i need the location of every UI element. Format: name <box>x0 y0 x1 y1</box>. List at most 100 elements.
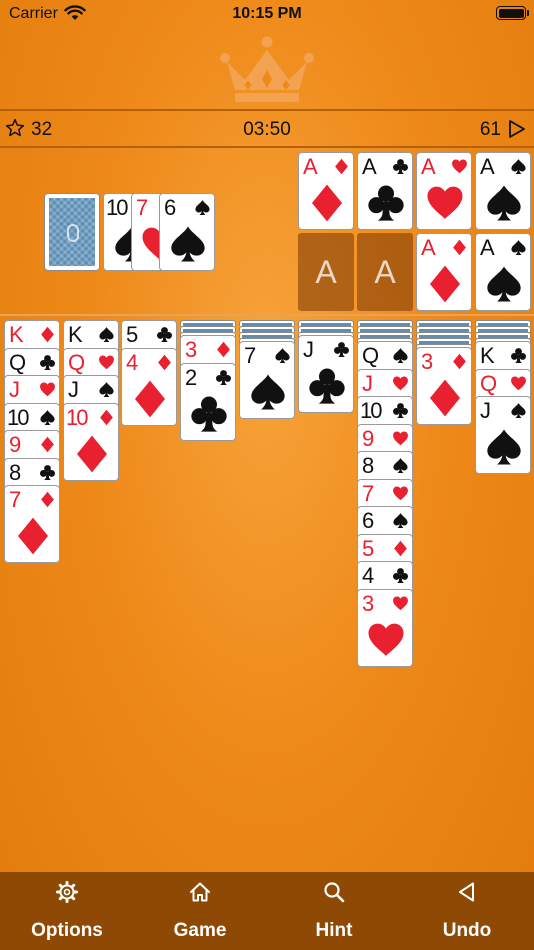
card-rank: J <box>303 337 314 362</box>
game-label: Game <box>173 920 227 941</box>
card-rank: A <box>421 235 436 260</box>
hud-divider-top <box>0 109 534 111</box>
spade-large-icon <box>251 374 285 410</box>
card-rank: J <box>9 377 20 402</box>
diamond-small-icon <box>100 409 113 425</box>
club-small-icon <box>333 342 350 358</box>
card-rank: 8 <box>362 453 374 478</box>
hint-button[interactable]: Hint <box>267 872 401 950</box>
card-rank: 7 <box>9 487 21 512</box>
card-A-diamond[interactable]: A <box>298 152 354 230</box>
diamond-small-icon <box>217 341 230 358</box>
undo-label: Undo <box>442 920 492 941</box>
card-6-spade[interactable]: 6 <box>159 193 215 271</box>
card-rank: 10 <box>360 398 383 423</box>
spade-small-icon <box>195 200 210 215</box>
card-7-diamond[interactable]: 7 <box>4 485 60 563</box>
game-button[interactable]: Game <box>133 872 267 950</box>
card-rank: 5 <box>362 535 374 561</box>
hint-label: Hint <box>315 920 353 941</box>
stock-pile[interactable] <box>44 193 100 271</box>
spade-large-icon <box>487 185 521 221</box>
bottom-toolbar: Options Game Hint Undo <box>0 872 534 950</box>
diamond-large-icon <box>312 184 342 222</box>
heart-small-icon <box>511 376 526 390</box>
card-rank: K <box>68 322 83 347</box>
diamond-small-icon <box>41 436 54 453</box>
card-rank: 2 <box>185 364 197 390</box>
card-rank: 10 <box>66 404 89 430</box>
foundation-empty-slot[interactable]: A <box>298 233 354 311</box>
card-rank: K <box>9 322 24 347</box>
card-A-club[interactable]: A <box>357 152 413 230</box>
spade-small-icon <box>511 240 526 255</box>
heart-small-icon <box>393 431 408 445</box>
card-rank: A <box>480 154 495 179</box>
spade-large-icon <box>487 429 521 465</box>
card-rank: J <box>68 377 79 402</box>
club-small-icon <box>392 403 409 419</box>
card-10-diamond[interactable]: 10 <box>63 402 119 481</box>
card-2-club[interactable]: 2 <box>180 362 236 441</box>
heart-small-icon <box>99 355 114 369</box>
spade-small-icon <box>275 348 290 363</box>
heart-large-icon <box>368 623 404 656</box>
options-button[interactable]: Options <box>0 872 134 950</box>
card-3-diamond[interactable]: 3 <box>416 347 472 425</box>
foundation-empty-slot[interactable]: A <box>357 233 413 311</box>
diamond-small-icon <box>335 158 348 175</box>
club-small-icon <box>39 464 56 480</box>
card-rank: A <box>480 235 495 260</box>
card-4-diamond[interactable]: 4 <box>121 347 177 426</box>
card-rank: 4 <box>126 349 138 375</box>
diamond-large-icon <box>430 265 460 303</box>
heart-small-icon <box>40 382 55 397</box>
card-7-spade[interactable]: 7 <box>239 341 295 419</box>
diamond-large-icon <box>430 379 460 417</box>
card-A-diamond[interactable]: A <box>416 233 472 311</box>
club-large-icon <box>309 368 345 404</box>
card-rank: 7 <box>244 343 256 368</box>
options-label: Options <box>31 920 103 941</box>
diamond-small-icon <box>158 354 171 370</box>
card-J-spade[interactable]: J <box>475 396 531 474</box>
foundation-slot-label: A <box>315 254 337 290</box>
card-A-spade[interactable]: A <box>475 152 531 230</box>
spade-small-icon <box>393 348 408 363</box>
card-rank: 7 <box>362 480 374 506</box>
undo-button[interactable]: Undo <box>400 872 534 950</box>
play-icon[interactable] <box>508 119 526 139</box>
magnifier-icon <box>324 882 345 903</box>
spade-small-icon <box>99 382 114 397</box>
hud-divider-bottom <box>0 146 534 148</box>
club-small-icon <box>392 159 409 175</box>
card-A-heart[interactable]: A <box>416 152 472 230</box>
club-small-icon <box>392 568 409 584</box>
hud-bar: 32 03:50 61 <box>0 112 534 146</box>
diamond-small-icon <box>41 326 54 343</box>
spade-small-icon <box>511 159 526 174</box>
heart-large-icon <box>427 186 463 219</box>
status-bar: Carrier 10:15 PM <box>0 0 534 30</box>
card-rank: Q <box>362 343 379 368</box>
timer-value: 03:50 <box>243 119 291 140</box>
card-rank: 5 <box>126 322 138 347</box>
card-J-club[interactable]: J <box>298 335 354 413</box>
card-rank: 6 <box>362 508 374 533</box>
diamond-large-icon <box>135 380 165 417</box>
card-rank: Q <box>68 349 85 375</box>
card-rank: A <box>303 154 318 179</box>
battery-icon <box>496 6 529 20</box>
spade-small-icon <box>40 409 55 425</box>
card-rank: 10 <box>7 404 30 430</box>
diamond-small-icon <box>41 491 54 508</box>
card-A-spade[interactable]: A <box>475 233 531 311</box>
card-rank: A <box>362 154 377 179</box>
spade-small-icon <box>511 403 526 418</box>
club-large-icon <box>368 185 404 221</box>
card-rank: K <box>480 343 495 368</box>
club-small-icon <box>510 348 527 364</box>
card-3-heart[interactable]: 3 <box>357 588 413 667</box>
card-rank: 7 <box>136 195 148 220</box>
card-rank: 3 <box>362 590 374 616</box>
